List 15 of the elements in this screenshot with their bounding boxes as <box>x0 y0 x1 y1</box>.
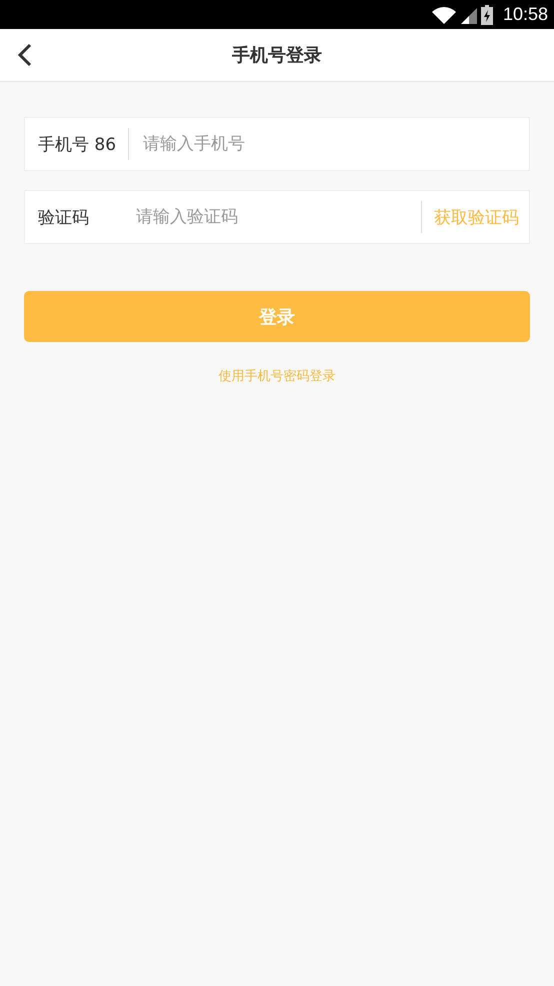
battery-icon <box>480 4 493 24</box>
signal-icon <box>460 6 477 24</box>
password-login-link[interactable]: 使用手机号密码登录 <box>218 367 336 385</box>
get-code-link[interactable]: 获取验证码 <box>434 206 519 228</box>
field-label: 验证码 <box>38 206 90 228</box>
page-title: 手机号登录 <box>232 44 322 67</box>
field-label: 手机号 86 <box>38 134 116 156</box>
code-input-field[interactable]: 请输入验证码 <box>134 206 409 228</box>
phone-input-field[interactable]: 请输入手机号 <box>141 133 519 155</box>
phone-field[interactable]: 手机号 86 请输入手机号 <box>24 117 530 171</box>
code-field[interactable]: 验证码 请输入验证码 获取验证码 <box>24 190 530 244</box>
wifi-icon <box>430 6 457 24</box>
clock: 10:58 <box>502 4 548 25</box>
back-icon[interactable] <box>17 43 33 67</box>
login-button[interactable]: 登录 <box>24 291 530 342</box>
